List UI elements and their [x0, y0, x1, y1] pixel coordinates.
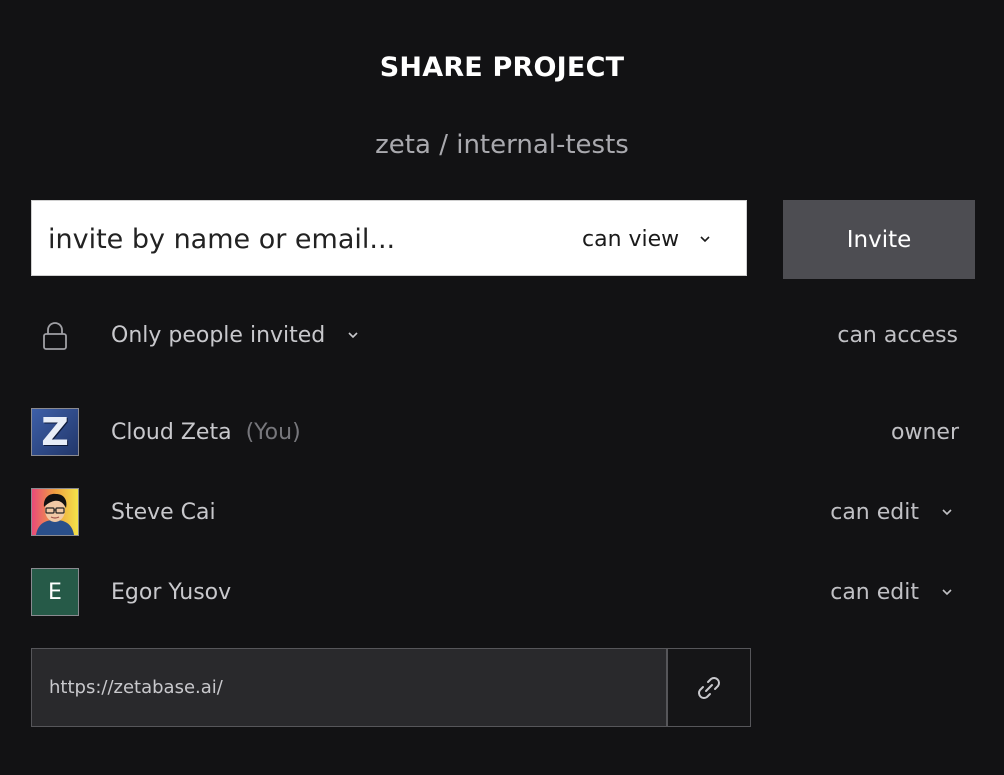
avatar: E — [31, 568, 79, 616]
person-photo-icon — [36, 493, 74, 535]
avatar — [31, 488, 79, 536]
invite-permission-select[interactable]: can view — [582, 225, 711, 253]
chevron-down-icon — [347, 328, 359, 343]
dialog-title: SHARE PROJECT — [379, 52, 625, 83]
general-access-label: Only people invited — [111, 322, 326, 348]
general-access-row: Only people invited can access — [31, 311, 961, 359]
share-link-field[interactable]: https://zetabase.ai/ — [31, 648, 667, 727]
invite-button[interactable]: Invite — [783, 200, 975, 279]
project-path: zeta / internal-tests — [375, 130, 629, 160]
share-project-dialog: SHARE PROJECT zeta / internal-tests can … — [0, 0, 1004, 775]
invite-permission-label: can view — [582, 226, 680, 252]
member-row: Z Cloud Zeta (You) owner — [31, 408, 961, 456]
link-icon — [698, 676, 720, 699]
avatar: Z — [31, 408, 79, 456]
member-role: can edit — [830, 499, 919, 525]
lock-icon — [42, 321, 68, 351]
member-row: E Egor Yusov can edit — [31, 568, 961, 616]
member-role-select[interactable]: can edit — [830, 580, 953, 605]
general-access-right-label: can access — [837, 322, 958, 348]
invite-input[interactable] — [48, 219, 548, 259]
member-role-select[interactable]: can edit — [830, 500, 953, 525]
member-name: Egor Yusov — [111, 579, 232, 605]
member-role: can edit — [830, 579, 919, 605]
chevron-down-icon — [699, 231, 711, 247]
general-access-select[interactable]: Only people invited — [111, 323, 359, 348]
member-row: Steve Cai can edit — [31, 488, 961, 536]
avatar-initial: Z — [41, 410, 69, 454]
invite-field-container: can view — [31, 200, 747, 276]
chevron-down-icon — [941, 585, 953, 600]
avatar-initial: E — [48, 579, 62, 605]
copy-link-button[interactable] — [667, 648, 751, 727]
member-name: Steve Cai — [111, 499, 216, 525]
share-link-url: https://zetabase.ai/ — [49, 677, 223, 698]
chevron-down-icon — [941, 505, 953, 520]
member-name: Cloud Zeta (You) — [111, 420, 301, 445]
member-name-text: Cloud Zeta — [111, 419, 232, 445]
member-role: owner — [891, 419, 959, 445]
you-tag: (You) — [245, 419, 301, 445]
